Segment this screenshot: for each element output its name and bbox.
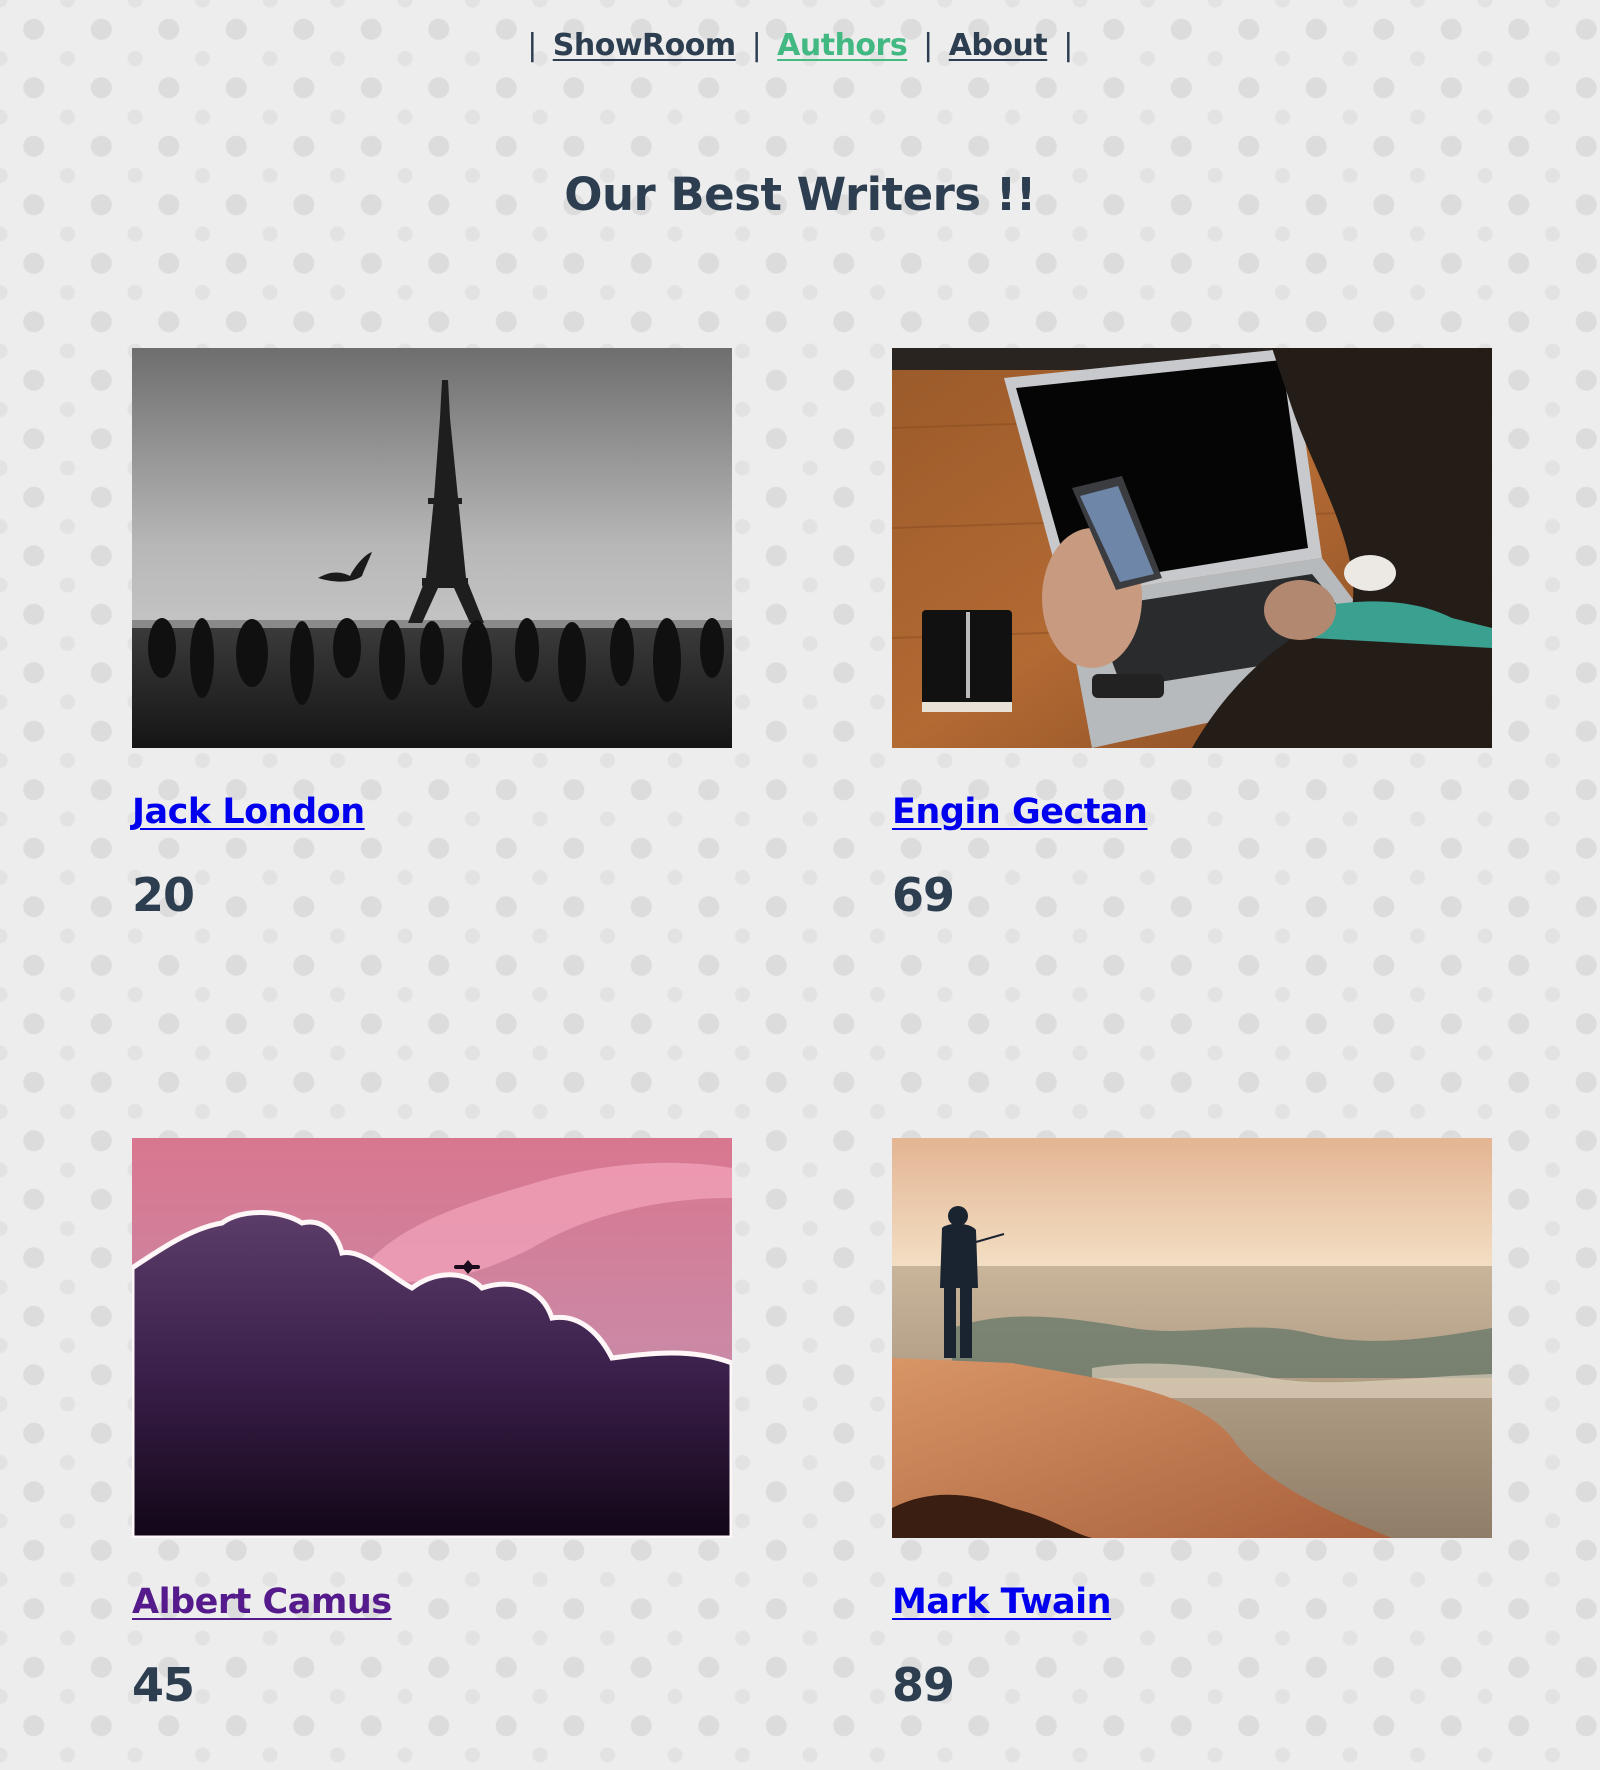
author-card: Mark Twain 89 <box>892 1138 1492 1712</box>
top-nav: | ShowRoom | Authors | About | <box>0 28 1600 63</box>
author-link-engin-gectan[interactable]: Engin Gectan <box>892 792 1148 832</box>
author-count: 45 <box>132 1658 195 1712</box>
nav-separator: | <box>751 28 762 63</box>
author-card: Albert Camus 45 <box>132 1138 732 1712</box>
page-title: Our Best Writers !! <box>564 168 1036 221</box>
nav-separator: | <box>527 28 537 63</box>
author-link-albert-camus[interactable]: Albert Camus <box>132 1582 392 1622</box>
laptop-phone-photo <box>892 348 1492 748</box>
author-link-mark-twain[interactable]: Mark Twain <box>892 1582 1112 1622</box>
nav-link-authors[interactable]: Authors <box>777 28 908 63</box>
author-card: Engin Gectan 69 <box>892 348 1492 922</box>
nav-separator: | <box>1063 28 1073 63</box>
author-count: 69 <box>892 868 955 922</box>
author-count: 20 <box>132 868 195 922</box>
eiffel-tower-photo <box>132 348 732 748</box>
fisherman-sea-photo <box>892 1138 1492 1538</box>
nav-link-about[interactable]: About <box>949 28 1048 63</box>
nav-separator: | <box>923 28 933 63</box>
author-card: Jack London 20 <box>132 348 732 922</box>
clouds-airplane-photo <box>132 1138 732 1538</box>
nav-link-showroom[interactable]: ShowRoom <box>553 28 736 63</box>
author-count: 89 <box>892 1658 955 1712</box>
author-link-jack-london[interactable]: Jack London <box>132 792 365 832</box>
